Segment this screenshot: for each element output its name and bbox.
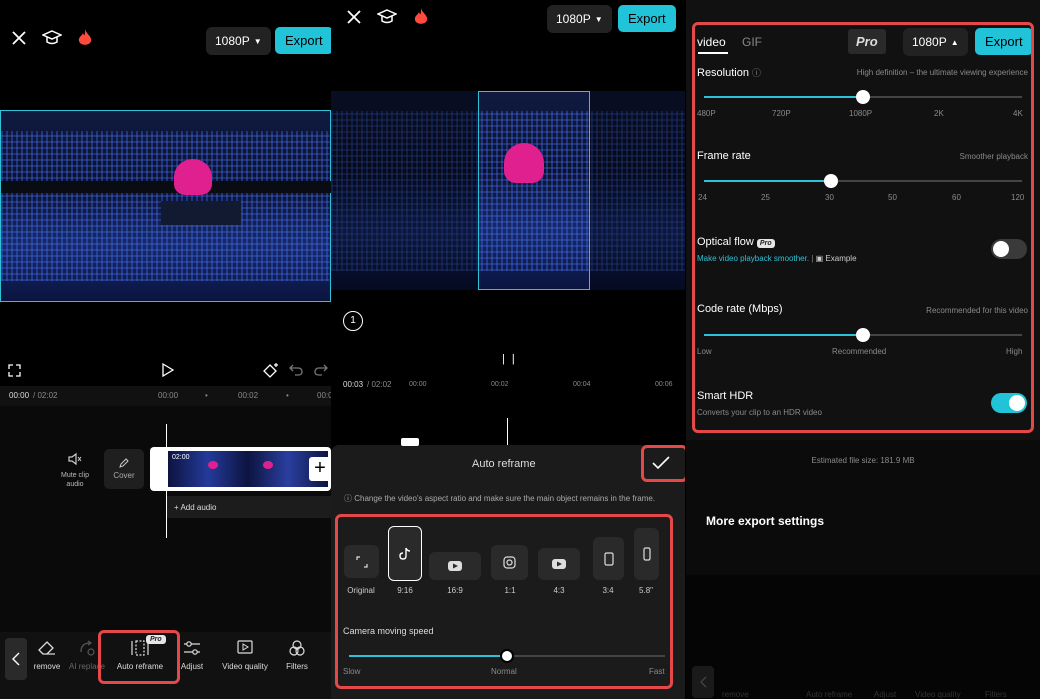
current-time: 00:03: [343, 380, 364, 389]
thumb-balloon: [208, 461, 218, 469]
total-time: / 02:02: [33, 391, 58, 400]
mute-label: Mute clip audio: [60, 472, 89, 488]
tool-label: Video quality: [222, 662, 268, 671]
graduation-cap-icon[interactable]: [377, 8, 397, 26]
estimated-file-size: Estimated file size: 181.9 MB: [811, 456, 915, 465]
pause-icon[interactable]: | |: [502, 353, 517, 365]
add-clip-button[interactable]: +: [309, 457, 331, 481]
adjust-icon: [184, 641, 200, 655]
stadium-rail: [1, 181, 331, 193]
auto-reframe-panel: 1080P ▼ Export 1 | | 00:03 / 02:02 00:00 …: [331, 0, 685, 699]
caret-down-icon: ▼: [253, 36, 262, 46]
tick-label: 00:02: [491, 381, 509, 388]
dim-tool-label: Auto reframe: [806, 690, 853, 699]
time-ruler: 00:00 / 02:02 00:00 • 00:02 • 00:0: [0, 386, 331, 406]
resolution-label: 1080P: [215, 34, 250, 48]
dim-tool-label: Adjust: [874, 690, 897, 699]
resolution-dropdown[interactable]: 1080P ▼: [206, 27, 271, 55]
fire-icon[interactable]: [77, 28, 93, 48]
redo-icon[interactable]: [314, 364, 328, 376]
step-indicator: 1: [343, 311, 363, 331]
fullscreen-icon[interactable]: [8, 364, 21, 377]
eraser-icon: [38, 641, 55, 655]
crop-frame[interactable]: [478, 91, 590, 290]
play-icon[interactable]: [162, 363, 174, 377]
tick-dot: •: [205, 391, 208, 400]
dimmed-background: [686, 575, 1040, 699]
tick-label: 00:00: [158, 391, 179, 400]
clip-edge: [401, 438, 419, 446]
thumb-balloon: [263, 461, 273, 469]
pink-stage-balloon: [174, 159, 212, 195]
close-icon[interactable]: [346, 9, 362, 25]
tick-dot: •: [286, 391, 289, 400]
chevron-left-icon: [12, 652, 20, 666]
playhead[interactable]: [166, 424, 167, 538]
highlight-ratio-options: [335, 514, 673, 689]
export-button[interactable]: Export: [275, 27, 331, 54]
crop-shade-right: [590, 91, 685, 290]
info-text: Change the video's aspect ratio and make…: [354, 494, 656, 503]
dim-tool-label: Video quality: [915, 690, 961, 699]
crop-shade-left: [331, 91, 478, 290]
export-button[interactable]: Export: [618, 5, 676, 32]
ai-replace-icon: [80, 640, 95, 656]
add-audio-button[interactable]: + Add audio: [167, 496, 331, 518]
tick-label: 00:04: [573, 381, 591, 388]
graduation-cap-icon[interactable]: [42, 29, 62, 47]
cover-button[interactable]: Cover: [104, 449, 144, 489]
video-preview[interactable]: [0, 110, 331, 302]
video-quality-icon: [237, 640, 253, 654]
total-time: / 02:02: [367, 380, 392, 389]
dim-tool-label: Filters: [985, 690, 1007, 699]
add-audio-label: + Add audio: [174, 503, 217, 512]
caret-down-icon: ▼: [594, 14, 603, 24]
sheet-title: Auto reframe: [472, 458, 536, 470]
clip-thumbnails: 02:00: [168, 451, 328, 487]
video-preview[interactable]: [331, 91, 685, 290]
time-ruler: 00:03 / 02:02 00:00 00:02 00:04 00:06: [331, 377, 685, 395]
pencil-icon: [119, 458, 129, 468]
editor-panel: 1080P ▼ Export 00:00 / 02:02 00:00 • 00:0…: [0, 0, 331, 699]
filters-icon: [289, 640, 305, 656]
dim-tool-label: remove: [722, 690, 749, 699]
tool-video-quality[interactable]: Video quality: [216, 640, 274, 671]
tool-label: Adjust: [180, 662, 204, 671]
info-row: ⓘ Change the video's aspect ratio and ma…: [344, 493, 674, 504]
tick-label: 00:00: [409, 381, 427, 388]
playhead[interactable]: [507, 418, 508, 446]
mute-clip-audio-button[interactable]: Mute clip audio: [60, 452, 90, 489]
fire-icon[interactable]: [413, 7, 429, 27]
more-export-settings[interactable]: More export settings: [706, 514, 824, 528]
highlight-export-settings: [692, 22, 1034, 433]
video-clip-track[interactable]: 02:00: [150, 447, 331, 491]
chevron-left-icon: [699, 676, 706, 688]
highlight-confirm: [641, 445, 685, 482]
resolution-dropdown[interactable]: 1080P ▼: [547, 5, 612, 33]
back-arrow-button: [692, 666, 714, 698]
undo-icon[interactable]: [289, 364, 303, 376]
clip-duration: 02:00: [172, 454, 190, 461]
keyframe-icon[interactable]: [263, 362, 279, 378]
tool-label: Filters: [286, 662, 308, 671]
resolution-label: 1080P: [556, 12, 591, 26]
stage-structure: [161, 201, 241, 225]
export-settings-panel: video GIF Pro 1080P ▲ Export Resolution ⓘ…: [686, 0, 1040, 699]
info-icon: ⓘ: [344, 494, 352, 503]
close-icon[interactable]: [11, 30, 27, 46]
tick-label: 00:02: [238, 391, 259, 400]
highlight-auto-reframe: [98, 630, 180, 684]
speaker-icon: [68, 452, 82, 466]
tool-filters[interactable]: Filters: [272, 640, 322, 671]
current-time: 00:00: [9, 391, 30, 400]
tick-label: 00:0: [317, 391, 331, 400]
cover-label: Cover: [113, 471, 135, 480]
tool-label: remove: [33, 662, 61, 671]
tick-label: 00:06: [655, 381, 673, 388]
